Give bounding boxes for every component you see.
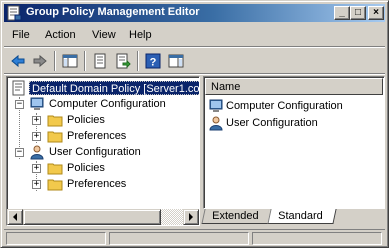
back-arrow-icon	[11, 54, 25, 68]
scroll-right-button[interactable]	[183, 209, 199, 225]
folder-icon	[47, 128, 63, 144]
column-header-label: Name	[211, 81, 241, 93]
back-button[interactable]	[8, 51, 28, 71]
tree-item-computer-configuration[interactable]: − Computer Configuration	[7, 96, 197, 112]
tree-item-label: Policies	[67, 162, 105, 174]
collapse-toggle[interactable]: −	[15, 100, 24, 109]
toolbar-separator	[137, 51, 139, 71]
menu-help[interactable]: Help	[129, 29, 152, 41]
status-cell	[252, 232, 382, 245]
policy-editor-app-icon	[6, 5, 22, 21]
tree-item-label: Default Domain Policy [Server1.com]	[29, 81, 199, 95]
toolbar-separator	[54, 51, 56, 71]
scroll-left-button[interactable]	[7, 209, 23, 225]
expand-toggle[interactable]: +	[32, 180, 41, 189]
properties-icon	[94, 53, 106, 69]
view-tabs: Extended Standard	[201, 209, 385, 226]
tree-item-label: Preferences	[67, 130, 127, 142]
help-icon: ?	[145, 53, 161, 69]
tab-standard[interactable]: Standard	[267, 209, 337, 224]
tab-label: Standard	[278, 210, 323, 222]
scroll-thumb[interactable]	[23, 209, 161, 225]
export-list-icon	[116, 53, 131, 69]
tree-item-user-preferences[interactable]: + Preferences	[7, 176, 197, 192]
forward-arrow-icon	[33, 54, 47, 68]
list-item-label: Computer Configuration	[226, 100, 343, 112]
list-pane[interactable]: Name Computer Configuration User Configu…	[203, 76, 385, 209]
tree-item-user-configuration[interactable]: − User Configuration	[7, 144, 197, 160]
toolbar-separator	[84, 51, 86, 71]
column-header-name[interactable]: Name	[205, 78, 383, 95]
app-window: Group Policy Management Editor _ □ × Fil…	[0, 0, 389, 248]
svg-text:?: ?	[150, 57, 157, 69]
toolbar-separator-line	[4, 73, 385, 75]
tree-item-label: User Configuration	[49, 146, 141, 158]
folder-icon	[47, 176, 63, 192]
help-button[interactable]: ?	[143, 51, 163, 71]
status-cell	[109, 232, 249, 245]
show-hide-tree-icon	[62, 54, 78, 68]
expand-toggle[interactable]: +	[32, 116, 41, 125]
maximize-button[interactable]: □	[350, 6, 366, 20]
menu-file[interactable]: File	[12, 29, 30, 41]
expand-toggle[interactable]: +	[32, 164, 41, 173]
menu-bar: File Action View Help	[4, 25, 385, 45]
tree-item-user-policies[interactable]: + Policies	[7, 160, 197, 176]
menu-action[interactable]: Action	[45, 29, 76, 41]
window-title: Group Policy Management Editor	[26, 6, 200, 18]
tab-label: Extended	[212, 210, 259, 222]
user-icon	[208, 115, 224, 134]
folder-icon	[47, 160, 63, 176]
collapse-toggle[interactable]: −	[15, 148, 24, 157]
list-item-label: User Configuration	[226, 117, 318, 129]
minimize-button[interactable]: _	[334, 6, 350, 20]
tree-item-computer-policies[interactable]: + Policies	[7, 112, 197, 128]
forward-button[interactable]	[30, 51, 50, 71]
show-action-pane-button[interactable]	[166, 51, 186, 71]
close-button[interactable]: ×	[368, 6, 384, 20]
policy-document-icon	[11, 80, 27, 96]
properties-button[interactable]	[90, 51, 110, 71]
scroll-left-arrow-icon	[13, 213, 17, 221]
tree-item-label: Policies	[67, 114, 105, 126]
menu-view[interactable]: View	[92, 29, 116, 41]
show-hide-tree-button[interactable]	[60, 51, 80, 71]
show-action-pane-icon	[168, 54, 184, 68]
scroll-right-arrow-icon	[189, 213, 193, 221]
tree-item-label: Computer Configuration	[49, 98, 166, 110]
user-icon	[29, 144, 45, 160]
tree-pane[interactable]: Default Domain Policy [Server1.com] − Co…	[6, 76, 200, 226]
toolbar: ?	[4, 48, 385, 74]
status-bar	[4, 229, 385, 245]
export-list-button[interactable]	[113, 51, 133, 71]
tab-extended[interactable]: Extended	[201, 209, 273, 224]
folder-icon	[47, 112, 63, 128]
tree-item-computer-preferences[interactable]: + Preferences	[7, 128, 197, 144]
title-bar[interactable]: Group Policy Management Editor _ □ ×	[4, 4, 385, 22]
list-item-user-configuration[interactable]: User Configuration	[208, 115, 378, 131]
computer-icon	[29, 96, 45, 112]
status-cell	[6, 232, 106, 245]
tree-horizontal-scrollbar[interactable]	[7, 209, 199, 225]
tree-item-label: Preferences	[67, 178, 127, 190]
expand-toggle[interactable]: +	[32, 132, 41, 141]
list-item-computer-configuration[interactable]: Computer Configuration	[208, 98, 378, 114]
tree-item-root[interactable]: Default Domain Policy [Server1.com]	[9, 80, 199, 96]
